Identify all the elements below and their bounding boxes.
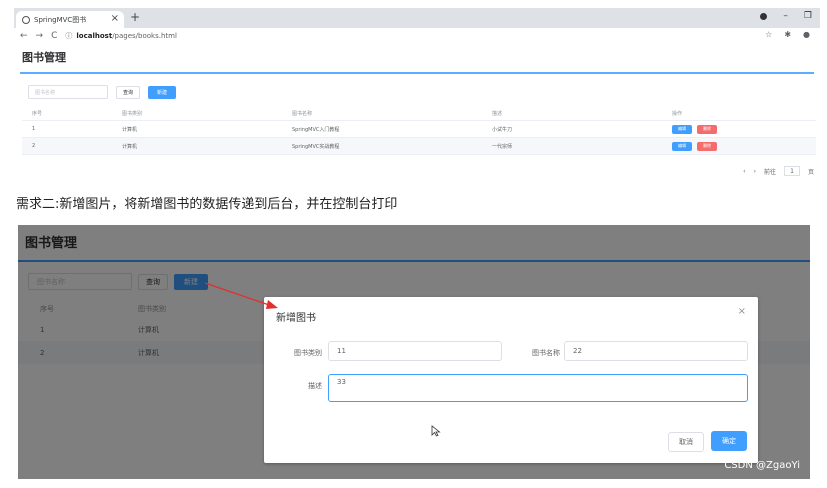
edit-button[interactable]: 编辑 xyxy=(672,124,692,134)
dialog-title: 新增图书 xyxy=(276,313,316,324)
cell-type: 计算机 xyxy=(122,126,138,133)
table-row: 2 计算机 SpringMVC实战教程 一代宗师 编辑 删除 xyxy=(22,138,816,155)
header-actions: 操作 xyxy=(672,111,683,117)
cell-name: SpringMVC入门教程 xyxy=(292,126,340,133)
caption-text: 需求二:新增图片，将新增图书的数据传递到后台，并在控制台打印 xyxy=(16,197,398,212)
mouse-cursor-icon xyxy=(431,425,441,437)
query-button[interactable]: 查询 xyxy=(116,85,141,99)
new-button[interactable]: 新建 xyxy=(148,85,177,99)
cell-description: 小试牛刀 xyxy=(492,126,513,133)
table-row: 1 计算机 SpringMVC入门教程 小试牛刀 编辑 删除 xyxy=(22,121,816,138)
cell-type: 计算机 xyxy=(122,143,138,150)
forward-icon[interactable]: → xyxy=(36,31,44,41)
close-tab-icon[interactable]: × xyxy=(111,13,119,24)
window-controls: – ❐ xyxy=(760,11,812,21)
cell-description: 一代宗师 xyxy=(492,143,513,150)
name-input[interactable]: 22 xyxy=(564,341,748,361)
pagination: ‹ › 前往 1 页 xyxy=(743,166,814,176)
delete-button[interactable]: 删除 xyxy=(697,141,717,151)
edit-button[interactable]: 编辑 xyxy=(672,141,692,151)
info-icon[interactable]: ⓘ xyxy=(65,31,72,41)
goto-label: 前往 xyxy=(763,168,776,176)
address-bar: ← → C ⓘ localhost /pages/books.html ☆ ✱ … xyxy=(14,28,820,43)
search-input[interactable]: 图书名称 xyxy=(28,85,108,99)
name-label: 图书名称 xyxy=(532,349,560,357)
next-page-icon[interactable]: › xyxy=(754,168,756,175)
cell-index: 1 xyxy=(32,126,36,132)
tab-bar: SpringMVC图书 × + – ❐ xyxy=(14,8,820,28)
tab-title: SpringMVC图书 xyxy=(34,15,87,24)
extension-icon[interactable]: ✱ xyxy=(784,30,791,39)
type-input[interactable]: 11 xyxy=(328,341,502,361)
header-description: 描述 xyxy=(492,111,503,117)
profile-icon[interactable]: ● xyxy=(803,30,810,39)
books-table: 序号 图书类别 图书名称 描述 操作 1 计算机 SpringMVC入门教程 小… xyxy=(22,107,816,155)
url-host[interactable]: localhost xyxy=(76,32,112,40)
delete-button[interactable]: 删除 xyxy=(697,124,717,134)
record-icon[interactable] xyxy=(760,12,768,20)
cell-index: 2 xyxy=(32,143,36,149)
reload-icon[interactable]: C xyxy=(51,31,57,41)
cancel-button[interactable]: 取消 xyxy=(668,432,704,452)
close-icon[interactable]: × xyxy=(738,306,746,317)
confirm-button[interactable]: 确定 xyxy=(711,431,747,451)
browser-tab[interactable]: SpringMVC图书 × xyxy=(16,11,124,28)
description-label: 描述 xyxy=(308,382,322,390)
new-tab-icon[interactable]: + xyxy=(130,10,140,24)
page-title: 图书管理 xyxy=(22,51,66,64)
cell-name: SpringMVC实战教程 xyxy=(292,143,340,150)
title-divider xyxy=(20,72,814,74)
table-header: 序号 图书类别 图书名称 描述 操作 xyxy=(22,107,816,121)
minimize-icon[interactable]: – xyxy=(783,11,788,21)
app-page: 图书管理 图书名称 查询 新建 序号 图书类别 图书名称 描述 操作 1 计算机… xyxy=(14,49,820,155)
toolbar: 图书名称 查询 新建 xyxy=(28,85,816,99)
page-input[interactable]: 1 xyxy=(783,166,800,176)
dialog-screenshot: 图书管理 图书名称 查询 新建 序号 图书类别 1 计算机 2 计算机 新增图书… xyxy=(18,225,810,479)
watermark: CSDN @ZgaoYi xyxy=(724,460,800,471)
back-icon[interactable]: ← xyxy=(20,31,28,41)
cell-actions: 编辑 删除 xyxy=(672,141,816,151)
cell-actions: 编辑 删除 xyxy=(672,124,816,134)
header-type: 图书类别 xyxy=(122,111,143,117)
bookmark-star-icon[interactable]: ☆ xyxy=(765,30,772,39)
globe-icon xyxy=(22,15,30,24)
prev-page-icon[interactable]: ‹ xyxy=(743,168,745,175)
browser-window: SpringMVC图书 × + – ❐ ← → C ⓘ localhost /p… xyxy=(14,8,820,184)
page-unit: 页 xyxy=(807,168,814,176)
url-path[interactable]: /pages/books.html xyxy=(112,32,177,40)
restore-icon[interactable]: ❐ xyxy=(804,11,812,21)
description-textarea[interactable]: 33 xyxy=(328,374,748,402)
header-index: 序号 xyxy=(32,111,43,117)
header-name: 图书名称 xyxy=(292,111,313,117)
add-book-dialog: 新增图书 × 图书类别 11 图书名称 22 描述 33 取消 确定 xyxy=(264,297,758,463)
type-label: 图书类别 xyxy=(294,349,322,357)
